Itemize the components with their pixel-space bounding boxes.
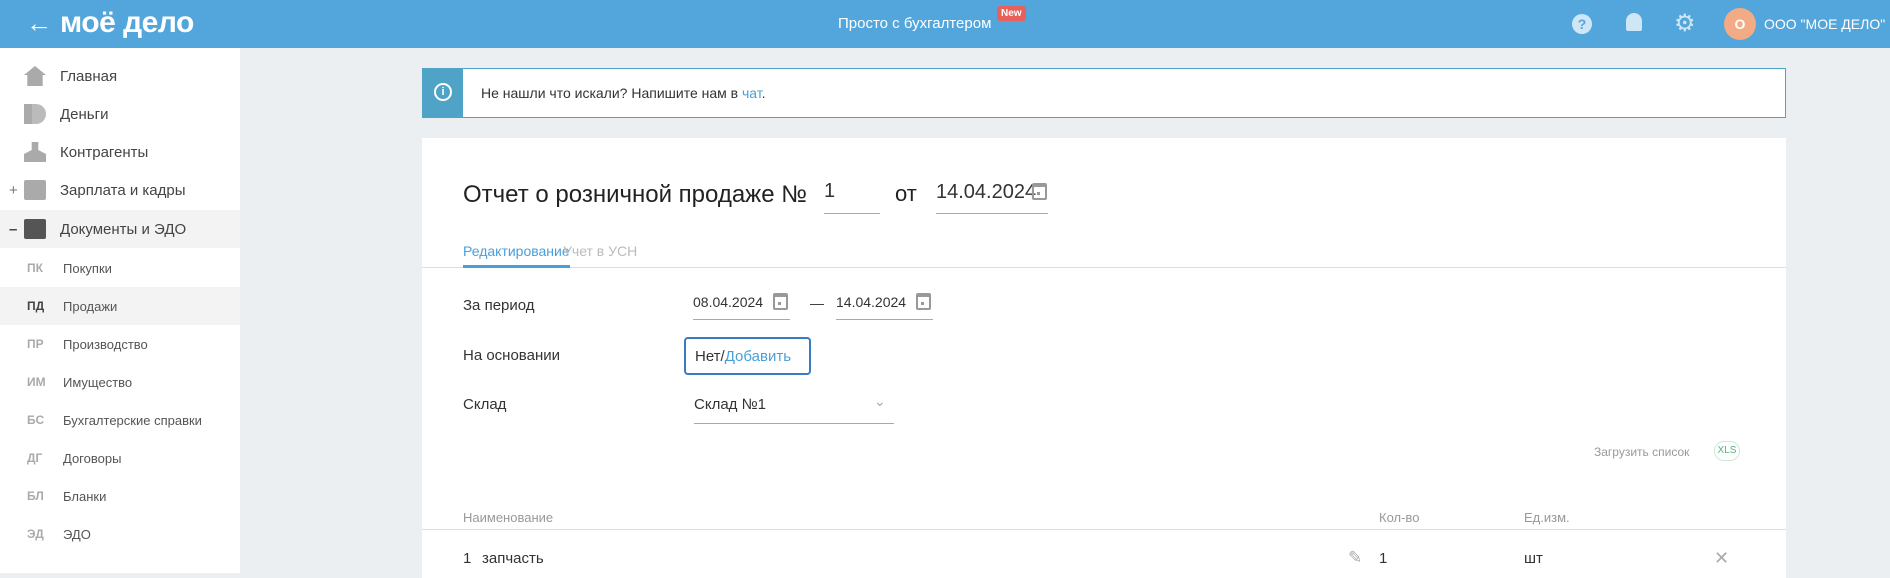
back-arrow-icon[interactable]: ← <box>26 8 52 39</box>
folder-icon <box>24 219 46 239</box>
info-icon: i <box>434 83 452 101</box>
info-stripe: i <box>423 69 463 117</box>
collapse-toggle[interactable]: – <box>9 221 17 238</box>
row-number: 1 <box>463 550 472 567</box>
bell-icon[interactable] <box>1626 13 1642 31</box>
sidebar-subitem-edo[interactable]: ЭД ЭДО <box>0 515 240 553</box>
accountant-link[interactable]: Просто с бухгалтером <box>838 15 991 32</box>
sidebar-item-contractors[interactable]: Контрагенты <box>0 133 240 171</box>
tab-editing[interactable]: Редактирование <box>463 243 570 268</box>
info-banner: i Не нашли что искали? Напишите нам в ча… <box>422 68 1786 118</box>
basis-label: На основании <box>463 347 560 364</box>
add-basis-link[interactable]: Добавить <box>725 348 791 365</box>
tab-usn[interactable]: Учет в УСН <box>563 243 637 259</box>
tabs-divider <box>422 267 1786 268</box>
expand-toggle[interactable]: + <box>9 182 18 199</box>
new-badge: New <box>997 6 1026 21</box>
period-label: За период <box>463 297 535 314</box>
org-name[interactable]: ООО "МОЕ ДЕЛО" <box>1764 16 1885 32</box>
help-icon[interactable]: ? <box>1572 14 1592 34</box>
column-header-qty: Кол-во <box>1379 510 1420 525</box>
item-qty[interactable]: 1 <box>1379 550 1387 567</box>
warehouse-label: Склад <box>463 396 507 413</box>
chat-link[interactable]: чат <box>742 85 762 101</box>
home-icon <box>24 66 46 86</box>
chevron-down-icon: ⌄ <box>874 393 886 409</box>
doc-number-input[interactable]: 1 <box>824 178 880 214</box>
sidebar-item-home[interactable]: Главная <box>0 57 240 95</box>
document-card: Отчет о розничной продаже № 1 от 14.04.2… <box>422 138 1786 578</box>
pencil-icon[interactable]: ✎ <box>1348 548 1362 568</box>
sidebar: Главная Деньги Контрагенты + Зарплата и к… <box>0 48 240 573</box>
period-from-input[interactable]: 08.04.2024 <box>693 292 790 320</box>
contractor-icon <box>24 142 46 162</box>
basis-field[interactable]: Нет/Добавить <box>684 337 811 375</box>
sidebar-item-money[interactable]: Деньги <box>0 95 240 133</box>
warehouse-select[interactable]: Склад №1 ⌄ <box>694 388 894 424</box>
xls-badge[interactable]: XLS <box>1714 441 1740 461</box>
logo[interactable]: моё дело <box>60 6 194 40</box>
sidebar-subitem-sales[interactable]: ПД Продажи <box>0 287 240 325</box>
sidebar-subitem-accounting-notes[interactable]: БС Бухгалтерские справки <box>0 401 240 439</box>
wallet-icon <box>24 180 46 200</box>
doc-date-input[interactable]: 14.04.2024 <box>936 178 1048 214</box>
period-to-input[interactable]: 14.04.2024 <box>836 292 933 320</box>
sidebar-subitem-forms[interactable]: БЛ Бланки <box>0 477 240 515</box>
sidebar-item-documents[interactable]: – Документы и ЭДО <box>0 210 240 248</box>
sidebar-subitem-purchases[interactable]: ПК Покупки <box>0 249 240 287</box>
delete-row-icon[interactable]: ✕ <box>1714 548 1729 569</box>
sidebar-subitem-production[interactable]: ПР Производство <box>0 325 240 363</box>
from-label: от <box>895 181 917 206</box>
avatar[interactable]: О <box>1724 8 1756 40</box>
calendar-icon[interactable] <box>1032 183 1047 200</box>
sidebar-subitem-property[interactable]: ИМ Имущество <box>0 363 240 401</box>
calendar-icon[interactable] <box>773 293 788 310</box>
table-header-divider <box>422 529 1786 530</box>
period-dash: — <box>810 295 824 311</box>
top-header: ← моё дело Просто с бухгалтером New ? ⚙ … <box>0 0 1890 48</box>
calendar-icon[interactable] <box>916 293 931 310</box>
column-header-unit: Ед.изм. <box>1524 510 1570 525</box>
sidebar-item-salary[interactable]: + Зарплата и кадры <box>0 171 240 209</box>
sidebar-subitem-contracts[interactable]: ДГ Договоры <box>0 439 240 477</box>
upload-list-link[interactable]: Загрузить список <box>1594 445 1689 459</box>
item-unit[interactable]: шт <box>1524 550 1543 567</box>
money-icon <box>24 104 46 124</box>
banner-text: Не нашли что искали? Напишите нам в чат. <box>481 85 766 101</box>
table-row: 1 запчасть ✎ 1 шт ✕ <box>422 538 1786 578</box>
gear-icon[interactable]: ⚙ <box>1674 9 1696 38</box>
item-name[interactable]: запчасть <box>482 550 544 567</box>
page-title: Отчет о розничной продаже № <box>463 181 807 208</box>
column-header-name: Наименование <box>463 510 554 525</box>
